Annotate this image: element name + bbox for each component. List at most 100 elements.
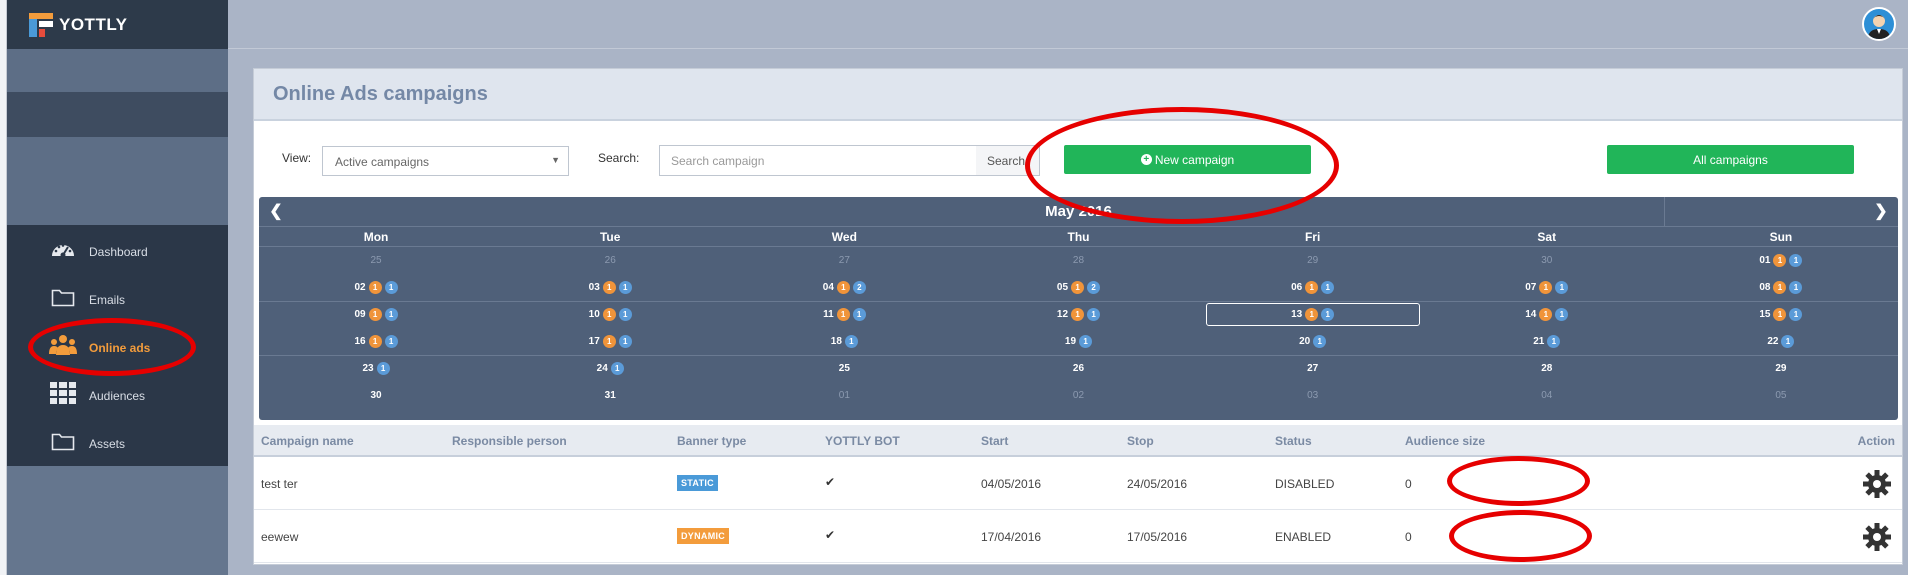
calendar-day[interactable]: 26	[961, 355, 1195, 382]
calendar-day[interactable]: 27	[727, 247, 961, 274]
campaign-count-badge-blue: 1	[1079, 335, 1093, 348]
campaign-name[interactable]: eewew	[261, 530, 298, 544]
calendar-day[interactable]: 04 1 2	[727, 274, 961, 301]
calendar-day-number: 24	[596, 363, 608, 374]
campaign-count-badge-orange: 1	[836, 308, 850, 321]
calendar-day[interactable]: 05 1 2	[961, 274, 1195, 301]
calendar-day[interactable]: 30	[1430, 247, 1664, 274]
calendar-day[interactable]: 19 1	[961, 328, 1195, 355]
user-avatar[interactable]	[1862, 7, 1896, 41]
calendar-day[interactable]: 01 1 1	[1664, 247, 1898, 274]
calendar-day[interactable]: 08 1 1	[1664, 274, 1898, 301]
calendar-day-number: 02	[354, 282, 366, 293]
start-date: 17/04/2016	[981, 530, 1042, 544]
calendar-day[interactable]: 30	[259, 382, 493, 409]
calendar-day[interactable]: 14 1 1	[1430, 301, 1664, 328]
status-badge: DISABLED	[1275, 477, 1335, 491]
calendar-day[interactable]: 26	[493, 247, 727, 274]
column-header[interactable]: Responsible person	[452, 434, 567, 448]
column-header[interactable]: Status	[1275, 434, 1312, 448]
campaign-count-badge-orange: 1	[1773, 308, 1787, 321]
campaign-count-badge-orange: 1	[1071, 308, 1085, 321]
column-header[interactable]: Action	[1858, 434, 1895, 448]
table-row[interactable]: test ter STATIC ✔ 04/05/2016 24/05/2016 DISAB…	[254, 457, 1902, 510]
calendar-day[interactable]: 29	[1196, 247, 1430, 274]
sidebar-item-online-ads[interactable]: Online ads	[7, 321, 228, 369]
sidebar-item-dashboard[interactable]: Dashboard	[7, 225, 228, 273]
window-edge	[0, 0, 7, 575]
weekday-tue: Tue	[599, 230, 621, 244]
column-header[interactable]: YOTTLY BOT	[825, 434, 900, 448]
gear-icon[interactable]	[1862, 469, 1892, 504]
sidebar-item-emails[interactable]: Emails	[7, 273, 228, 321]
campaign-count-badge-orange: 1	[368, 308, 382, 321]
campaign-count-badge-blue: 1	[618, 335, 632, 348]
calendar-day-number: 31	[604, 390, 616, 401]
campaign-name[interactable]: test ter	[261, 477, 298, 491]
search-button[interactable]: Search	[976, 145, 1040, 176]
calendar-day[interactable]: 17 1 1	[493, 328, 727, 355]
calendar-day[interactable]: 15 1 1	[1664, 301, 1898, 328]
calendar-day[interactable]: 27	[1196, 355, 1430, 382]
calendar-day[interactable]: 22 1	[1664, 328, 1898, 355]
calendar-day-number: 21	[1533, 336, 1545, 347]
calendar-day-number: 17	[588, 336, 600, 347]
calendar-day[interactable]: 12 1 1	[961, 301, 1195, 328]
calendar-day[interactable]: 23 1	[259, 355, 493, 382]
campaign-count-badge-blue: 1	[1789, 254, 1803, 267]
calendar-day[interactable]: 20 1	[1196, 328, 1430, 355]
calendar-day[interactable]: 28	[1430, 355, 1664, 382]
all-campaigns-button[interactable]: All campaigns	[1607, 145, 1854, 174]
calendar-day[interactable]: 01	[727, 382, 961, 409]
column-header[interactable]: Campaign name	[261, 434, 354, 448]
gear-icon[interactable]	[1862, 522, 1892, 557]
logo[interactable]: YOTTLY	[7, 0, 228, 49]
campaign-count-badge-orange: 1	[1773, 254, 1787, 267]
calendar-day[interactable]: 05	[1664, 382, 1898, 409]
calendar-day[interactable]: 10 1 1	[493, 301, 727, 328]
calendar-day-number: 03	[588, 282, 600, 293]
calendar-day-number: 08	[1759, 282, 1771, 293]
calendar-day[interactable]: 04	[1430, 382, 1664, 409]
column-header[interactable]: Audience size	[1405, 434, 1485, 448]
view-select[interactable]: Active campaigns ▼	[322, 146, 569, 176]
calendar-day[interactable]: 16 1 1	[259, 328, 493, 355]
search-input[interactable]	[659, 145, 977, 176]
column-header[interactable]: Stop	[1127, 434, 1154, 448]
calendar-day[interactable]: 18 1	[727, 328, 961, 355]
calendar-day-number: 19	[1064, 336, 1077, 347]
calendar-day[interactable]: 11 1 1	[727, 301, 961, 328]
campaign-count-badge-orange: 1	[602, 308, 616, 321]
sidebar-item-assets[interactable]: Assets	[7, 417, 228, 465]
yottly-logo-icon	[29, 12, 53, 37]
calendar-day[interactable]: 06 1 1	[1196, 274, 1430, 301]
calendar-day[interactable]: 31	[493, 382, 727, 409]
calendar-day[interactable]: 29	[1664, 355, 1898, 382]
weekday-wed: Wed	[831, 230, 857, 244]
calendar-day[interactable]: 21 1	[1430, 328, 1664, 355]
calendar-day-number: 07	[1525, 282, 1537, 293]
calendar-day-today[interactable]: 13 1 1	[1205, 303, 1420, 326]
calendar-day-number: 25	[838, 363, 850, 374]
calendar-day[interactable]: 07 1 1	[1430, 274, 1664, 301]
table-row[interactable]: eewew DYNAMIC ✔ 17/04/2016 17/05/2016 ENABLED…	[254, 510, 1902, 563]
calendar-day-number: 29	[1775, 363, 1787, 374]
next-month-icon[interactable]: ❯	[1872, 203, 1890, 221]
calendar-day[interactable]: 09 1 1	[259, 301, 493, 328]
calendar-day[interactable]: 25	[259, 247, 493, 274]
calendar-day[interactable]: 02	[961, 382, 1195, 409]
calendar-row-divider	[259, 355, 1898, 356]
calendar-day[interactable]: 28	[961, 247, 1195, 274]
calendar-day[interactable]: 03 1 1	[493, 274, 727, 301]
sidebar-item-label: Audiences	[89, 389, 146, 403]
calendar-day[interactable]: 03	[1196, 382, 1430, 409]
prev-month-icon[interactable]: ❮	[267, 203, 285, 221]
column-header[interactable]: Start	[981, 434, 1008, 448]
table-header: Campaign name Responsible person Banner ty…	[254, 425, 1902, 457]
sidebar-item-audiences[interactable]: Audiences	[7, 369, 228, 417]
new-campaign-button[interactable]: + New campaign	[1064, 145, 1311, 174]
column-header[interactable]: Banner type	[677, 434, 746, 448]
calendar-day[interactable]: 02 1 1	[259, 274, 493, 301]
calendar-day[interactable]: 25	[727, 355, 961, 382]
calendar-day[interactable]: 24 1	[493, 355, 727, 382]
